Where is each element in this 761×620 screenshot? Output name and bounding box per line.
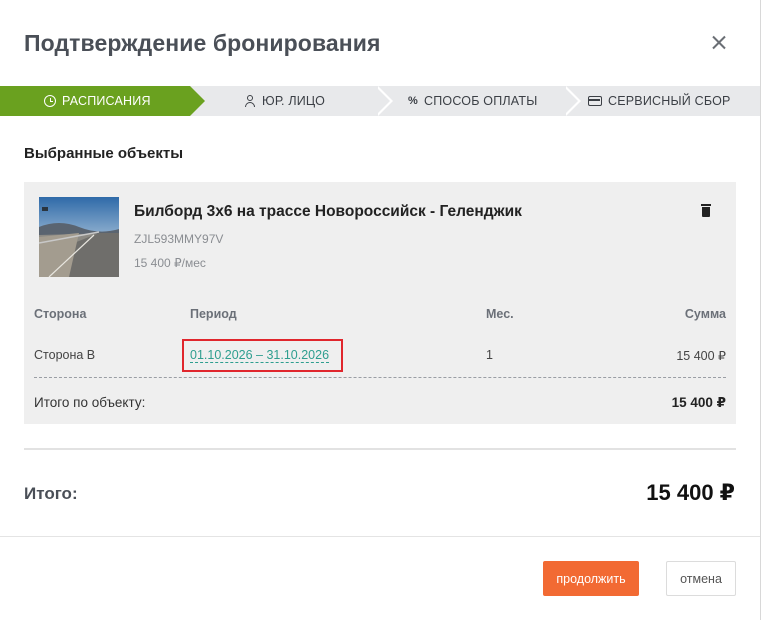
step-legal-entity[interactable]: ЮР. ЛИЦО: [206, 86, 386, 116]
step-payment-method[interactable]: % СПОСОБ ОПЛАТЫ: [386, 86, 566, 116]
object-thumbnail: [39, 197, 119, 277]
object-name[interactable]: Билборд 3х6 на трассе Новороссийск - Гел…: [134, 203, 522, 221]
close-icon[interactable]: [706, 30, 732, 56]
total-value: 15 400 ₽: [646, 480, 735, 505]
step-schedules[interactable]: РАСПИСАНИЯ: [0, 86, 205, 116]
continue-button[interactable]: продолжить: [543, 561, 639, 596]
user-icon: [244, 95, 256, 107]
column-header-months: Мес.: [486, 307, 514, 321]
object-price: 15 400 ₽/мес: [134, 256, 206, 270]
subtotal-label: Итого по объекту:: [34, 395, 146, 410]
row-side: Сторона B: [34, 348, 96, 362]
step-label: ЮР. ЛИЦО: [262, 94, 326, 108]
row-sum: 15 400 ₽: [676, 349, 726, 363]
subtotal-value: 15 400 ₽: [671, 395, 726, 410]
trash-icon[interactable]: [701, 204, 711, 217]
step-label: СЕРВИСНЫЙ СБОР: [608, 94, 731, 108]
cancel-button[interactable]: отмена: [666, 561, 736, 596]
modal-header: Подтверждение бронирования: [0, 0, 760, 86]
object-code: ZJL593MMY97V: [134, 232, 224, 246]
column-header-sum: Сумма: [684, 307, 726, 321]
percent-icon: %: [408, 95, 418, 107]
row-months: 1: [486, 348, 493, 362]
period-highlight-box: [182, 339, 343, 372]
step-label: СПОСОБ ОПЛАТЫ: [424, 94, 538, 108]
divider: [34, 377, 726, 378]
column-header-period: Период: [190, 307, 237, 321]
clock-icon: [44, 95, 56, 107]
selected-object-card: Билборд 3х6 на трассе Новороссийск - Гел…: [24, 182, 736, 424]
booking-confirmation-modal: Подтверждение бронирования РАСПИСАНИЯ ЮР…: [0, 0, 761, 620]
modal-title: Подтверждение бронирования: [24, 30, 381, 56]
step-label: РАСПИСАНИЯ: [62, 94, 151, 108]
stepper: РАСПИСАНИЯ ЮР. ЛИЦО % СПОСОБ ОПЛАТЫ СЕРВ…: [0, 86, 760, 116]
total-label: Итого:: [24, 484, 78, 503]
card-icon: [588, 96, 602, 106]
column-header-side: Сторона: [34, 307, 87, 321]
section-title: Выбранные объекты: [24, 145, 184, 162]
footer-divider: [0, 536, 760, 537]
divider: [24, 448, 736, 450]
step-service-fee[interactable]: СЕРВИСНЫЙ СБОР: [566, 86, 760, 116]
